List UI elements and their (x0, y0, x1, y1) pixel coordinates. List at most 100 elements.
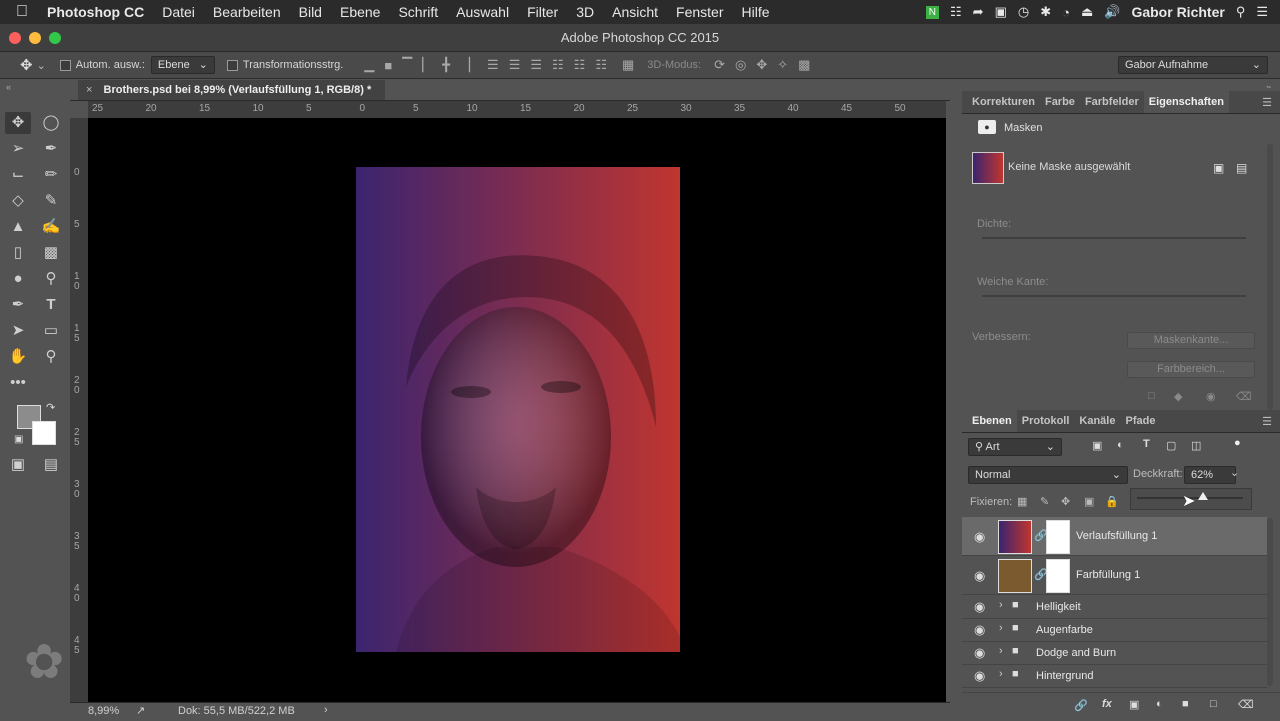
distribute-bottom-icon[interactable]: ☰ (530, 57, 542, 73)
layers-panel-menu-icon[interactable]: ☰ (1262, 415, 1272, 428)
link-layers-icon[interactable]: 🔗 (1074, 699, 1088, 712)
density-slider[interactable] (982, 237, 1246, 239)
menu-schrift[interactable]: Schrift (389, 4, 447, 20)
feather-slider[interactable] (982, 295, 1246, 297)
green-app-icon[interactable]: N (925, 5, 939, 19)
visibility-eye-icon[interactable]: ◉ (974, 568, 985, 584)
menu-fenster[interactable]: Fenster (667, 4, 732, 20)
add-vector-mask-icon[interactable]: ▤ (1236, 161, 1247, 175)
visibility-eye-icon[interactable]: ◉ (974, 599, 985, 615)
menu-auswahl[interactable]: Auswahl (447, 4, 518, 20)
color-range-button[interactable]: Farbbereich... (1127, 361, 1255, 378)
distribute-vcenter-icon[interactable]: ☰ (509, 57, 521, 73)
pen-tool-icon[interactable]: ✒ (5, 294, 31, 316)
document-tab[interactable]: × Brothers.psd bei 8,99% (Verlaufsfüllun… (78, 80, 386, 100)
layer-style-fx-icon[interactable]: fx (1102, 698, 1112, 710)
3d-rotate-icon[interactable]: ⟳ (714, 57, 725, 73)
auto-align-icon[interactable]: ▦ (622, 57, 634, 73)
clone-stamp-tool-icon[interactable]: ▲ (5, 216, 31, 238)
auto-select-dropdown[interactable]: Ebene ⌄ (150, 56, 215, 74)
new-adjustment-layer-icon[interactable]: ◐ (1156, 698, 1163, 710)
menu-bearbeiten[interactable]: Bearbeiten (204, 4, 290, 20)
document-image[interactable] (356, 167, 680, 652)
menu-app-name[interactable]: Photoshop CC (38, 4, 153, 20)
menu-ansicht[interactable]: Ansicht (603, 4, 667, 20)
filter-type-icon[interactable]: T (1143, 438, 1150, 450)
align-left-icon[interactable]: ▏ (422, 57, 432, 73)
eject-icon[interactable]: ⏏ (1081, 4, 1093, 20)
visibility-eye-icon[interactable]: ◉ (974, 668, 985, 684)
load-selection-icon[interactable]: □ (1148, 390, 1155, 402)
layer-row-farbfuellung[interactable]: ◉ 🔗 Farbfüllung 1 (962, 556, 1267, 595)
fullscreen-window-icon[interactable] (49, 32, 61, 44)
volume-icon[interactable]: 🔊 (1104, 4, 1120, 20)
menu-datei[interactable]: Datei (153, 4, 204, 20)
distribute-hcenter-icon[interactable]: ☷ (574, 57, 586, 73)
tab-pfade[interactable]: Pfade (1120, 415, 1160, 427)
filter-adjustment-icon[interactable]: ◐ (1117, 439, 1124, 451)
spotlight-icon[interactable]: ⚲ (1236, 4, 1246, 20)
type-tool-icon[interactable]: T (38, 294, 64, 316)
filter-shape-icon[interactable]: ▢ (1166, 439, 1176, 452)
close-window-icon[interactable] (9, 32, 21, 44)
opacity-slider-thumb[interactable] (1197, 492, 1208, 500)
menu-hilfe[interactable]: Hilfe (733, 4, 779, 20)
hand-tool-icon[interactable]: ✋ (5, 346, 31, 368)
tab-farbfelder[interactable]: Farbfelder (1080, 96, 1144, 108)
default-colors-icon[interactable]: ▣ (14, 434, 23, 445)
menu-filter[interactable]: Filter (518, 4, 567, 20)
align-bottom-icon[interactable]: ▔ (402, 57, 412, 73)
visibility-eye-icon[interactable]: ◉ (974, 622, 985, 638)
distribute-left-icon[interactable]: ☷ (552, 57, 564, 73)
expand-group-icon[interactable]: › (999, 622, 1003, 634)
notification-list-icon[interactable]: ☰ (1256, 4, 1268, 20)
apply-mask-icon[interactable]: ◆ (1174, 390, 1182, 403)
menu-ebene[interactable]: Ebene (331, 4, 389, 20)
move-tool-icon[interactable]: ✥ (5, 112, 31, 134)
lock-artboard-icon[interactable]: ▣ (1084, 495, 1094, 508)
share-icon[interactable]: ↗ (136, 704, 145, 717)
align-top-icon[interactable]: ▁ (364, 57, 374, 73)
wifi-icon[interactable]: ◔ (1062, 5, 1070, 20)
opacity-dropdown-icon[interactable]: ⌄ (1230, 466, 1239, 479)
3d-slide-icon[interactable]: ✧ (777, 57, 788, 73)
transform-controls-checkbox[interactable] (226, 59, 238, 71)
menu-bild[interactable]: Bild (290, 4, 331, 20)
quick-mask-icon[interactable]: ▣ (5, 454, 31, 476)
status-icon-1[interactable]: ☷ (950, 4, 962, 20)
align-right-icon[interactable]: ▕ (460, 57, 470, 73)
3d-roll-icon[interactable]: ◎ (735, 57, 746, 73)
minimize-window-icon[interactable] (29, 32, 41, 44)
tab-farbe[interactable]: Farbe (1040, 96, 1080, 108)
time-machine-icon[interactable]: ◷ (1018, 4, 1029, 20)
new-layer-icon[interactable]: □ (1210, 698, 1217, 710)
bluetooth-icon[interactable]: ✱ (1040, 4, 1051, 20)
zoom-tool-icon[interactable]: ⚲ (38, 346, 64, 368)
eraser-tool-icon[interactable]: ▯ (5, 242, 31, 264)
expand-group-icon[interactable]: › (999, 668, 1003, 680)
move-tool-icon[interactable]: ✥ (20, 56, 33, 74)
delete-layer-icon[interactable]: ⌫ (1238, 698, 1254, 711)
distribute-right-icon[interactable]: ☷ (595, 57, 607, 73)
dodge-tool-icon[interactable]: ⚲ (38, 268, 64, 290)
status-icon-3[interactable]: ▣ (995, 4, 1007, 20)
add-pixel-mask-icon[interactable]: ▣ (1213, 161, 1224, 175)
menu-3d[interactable]: 3D (567, 4, 603, 20)
auto-select-checkbox[interactable] (59, 59, 71, 71)
tab-korrekturen[interactable]: Korrekturen (962, 96, 1040, 108)
layer-group-helligkeit[interactable]: ◉ › ■ Helligkeit (962, 596, 1267, 619)
visibility-eye-icon[interactable]: ◉ (974, 645, 985, 661)
lock-transparent-icon[interactable]: ▦ (1017, 495, 1027, 508)
path-select-tool-icon[interactable]: ➤ (5, 320, 31, 342)
eyedropper-tool-icon[interactable]: ✏ (38, 164, 64, 186)
lock-all-icon[interactable]: 🔒 (1105, 495, 1119, 508)
lasso-tool-icon[interactable]: ➢ (5, 138, 31, 160)
collapse-left-icon[interactable]: « (6, 82, 11, 92)
filter-toggle-icon[interactable]: ● (1234, 437, 1241, 449)
expand-group-icon[interactable]: › (999, 645, 1003, 657)
tool-preset-chevron-icon[interactable]: ⌄ (37, 59, 46, 72)
tab-eigenschaften[interactable]: Eigenschaften (1143, 91, 1229, 113)
tab-ebenen[interactable]: Ebenen (962, 410, 1017, 432)
opacity-input[interactable]: 62% (1184, 466, 1236, 484)
workspace-dropdown[interactable]: Gabor Aufnahme ⌄ (1118, 56, 1268, 74)
